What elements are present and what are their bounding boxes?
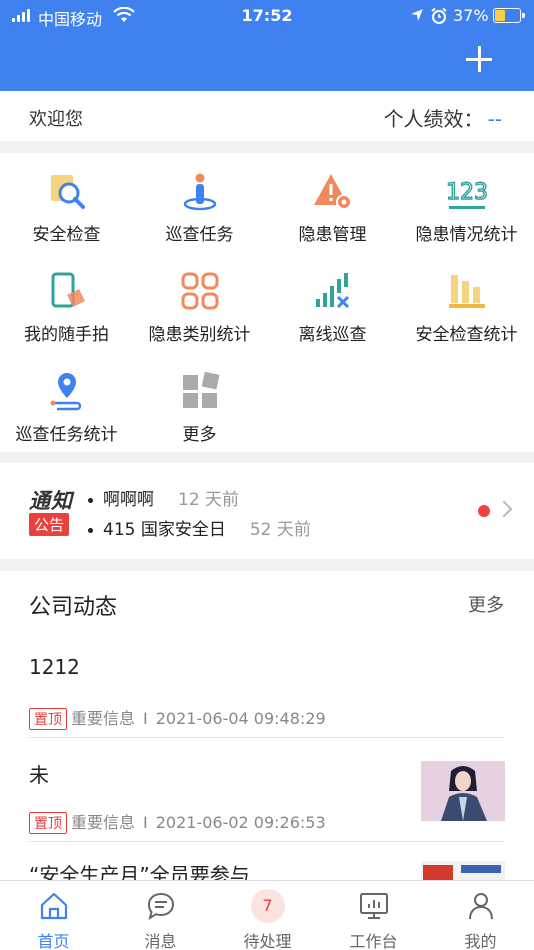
grid-item-label: 巡查任务 — [165, 225, 234, 245]
bar-stats-icon — [448, 275, 485, 308]
safety-check-icon — [50, 175, 85, 209]
grid-item-label: 隐患情况统计 — [415, 225, 518, 245]
notice-item[interactable]: 啊啊啊 12 天前 — [88, 485, 239, 510]
news-item-meta: 置顶 重要信息 I 2021-06-02 09:26:53 — [29, 809, 326, 834]
hazard-warning-icon — [313, 174, 352, 210]
battery-icon — [493, 8, 525, 23]
news-item-category: 重要信息 — [71, 813, 136, 832]
add-button[interactable] — [464, 44, 494, 74]
location-pin-icon — [50, 373, 81, 411]
notice-item-text: 啊啊啊 — [103, 490, 154, 510]
news-item-time: 2021-06-02 09:26:53 — [155, 813, 326, 832]
news-thumbnail — [421, 761, 505, 821]
grid-item-patrol-task[interactable]: 巡查任务 — [133, 153, 266, 253]
meta-separator: I — [143, 813, 148, 832]
user-icon — [468, 893, 493, 920]
news-item-category: 重要信息 — [71, 709, 136, 728]
alarm-icon — [431, 7, 447, 24]
battery-percent: 37% — [453, 6, 489, 25]
phone-snapshot-icon — [51, 272, 85, 308]
divider — [29, 841, 505, 842]
tab-label: 首页 — [37, 932, 70, 950]
more-link[interactable]: 更多 — [468, 591, 504, 617]
notice-item-time: 52 天前 — [249, 520, 311, 540]
grid-item-label: 我的随手拍 — [24, 325, 109, 345]
tab-label: 我的 — [464, 932, 497, 950]
performance-link[interactable]: 个人绩效： -- — [384, 103, 502, 132]
tab-label: 消息 — [144, 932, 177, 950]
workbench-icon — [359, 893, 388, 919]
svg-text:123: 123 — [447, 180, 487, 205]
offline-signal-icon — [315, 273, 349, 309]
grid-item-label: 更多 — [182, 425, 217, 445]
section-title: 公司动态 — [29, 595, 118, 620]
grid-item-safety-check[interactable]: 安全检查 — [0, 153, 133, 253]
pinned-tag: 置顶 — [29, 812, 67, 834]
grid-item-hazard-stats[interactable]: 123 隐患情况统计 — [400, 153, 533, 253]
bullet-icon — [88, 497, 93, 503]
grid-item-label: 隐患类别统计 — [148, 325, 251, 345]
grid-item-hazard-management[interactable]: 隐患管理 — [266, 153, 399, 253]
announcement-tag: 公告 — [29, 513, 70, 536]
news-item-time: 2021-06-04 09:48:29 — [155, 709, 326, 728]
welcome-bar: 欢迎您 个人绩效： -- — [0, 91, 534, 141]
home-icon — [40, 892, 67, 920]
grid-item-hazard-category-stats[interactable]: 隐患类别统计 — [133, 253, 266, 353]
pinned-tag: 置顶 — [29, 708, 67, 730]
tab-workbench[interactable]: 工作台 — [320, 881, 427, 950]
notice-item-text: 415 国家安全日 — [103, 520, 226, 540]
grid-item-label: 巡查任务统计 — [15, 425, 118, 445]
location-arrow-icon — [411, 9, 423, 21]
function-grid: 安全检查 巡查任务 隐患管理 123 隐患情况统计 我的随手拍 隐患类别统计 离… — [0, 153, 534, 452]
tab-pending[interactable]: 7 待处理 — [214, 881, 321, 950]
more-blocks-icon — [182, 371, 219, 408]
grid-item-more[interactable]: 更多 — [133, 353, 266, 453]
divider — [29, 737, 505, 738]
patrol-task-icon — [183, 173, 216, 211]
news-item-meta: 置顶 重要信息 I 2021-06-04 09:48:29 — [29, 705, 326, 730]
news-item-title: 1212 — [29, 655, 80, 679]
tab-label: 工作台 — [349, 932, 398, 950]
app-header: 中国移动 17:52 37% — [0, 0, 534, 91]
category-grid-icon — [181, 272, 218, 310]
notice-item[interactable]: 415 国家安全日 52 天前 — [88, 515, 311, 540]
company-news: 公司动态 更多 1212 置顶 重要信息 I 2021-06-04 09:48:29 … — [0, 571, 534, 881]
grid-item-my-snapshot[interactable]: 我的随手拍 — [0, 253, 133, 353]
grid-item-offline-patrol[interactable]: 离线巡查 — [266, 253, 399, 353]
meta-separator: I — [143, 709, 148, 728]
numbers-123-icon: 123 — [447, 179, 487, 209]
notice-title: 通知 — [29, 489, 73, 513]
chevron-right-icon[interactable] — [495, 500, 513, 518]
notice-bar[interactable]: 通知 公告 啊啊啊 12 天前 415 国家安全日 52 天前 — [0, 463, 534, 559]
bullet-icon — [88, 527, 93, 533]
message-icon — [147, 892, 174, 921]
performance-label: 个人绩效： — [383, 107, 484, 131]
news-thumbnail — [421, 861, 505, 881]
tab-label: 待处理 — [243, 932, 292, 950]
welcome-greeting: 欢迎您 — [29, 109, 83, 130]
tab-home[interactable]: 首页 — [0, 881, 107, 950]
grid-item-label: 安全检查统计 — [415, 325, 518, 345]
tab-messages[interactable]: 消息 — [107, 881, 214, 950]
pending-count-badge: 7 — [250, 889, 285, 923]
tab-profile[interactable]: 我的 — [427, 881, 534, 950]
notice-item-time: 12 天前 — [178, 490, 240, 510]
bottom-tab-bar: 首页 消息 7 待处理 工作台 我的 — [0, 880, 534, 950]
grid-item-label: 隐患管理 — [298, 225, 367, 245]
grid-item-label: 安全检查 — [32, 225, 101, 245]
status-bar: 中国移动 17:52 37% — [0, 6, 534, 29]
grid-item-patrol-task-stats[interactable]: 巡查任务统计 — [0, 353, 133, 453]
grid-item-safety-check-stats[interactable]: 安全检查统计 — [400, 253, 533, 353]
performance-value: -- — [487, 107, 502, 131]
unread-dot — [478, 505, 490, 517]
news-item[interactable]: 1212 置顶 重要信息 I 2021-06-04 09:48:29 — [29, 655, 505, 730]
grid-item-label: 离线巡查 — [298, 325, 367, 345]
